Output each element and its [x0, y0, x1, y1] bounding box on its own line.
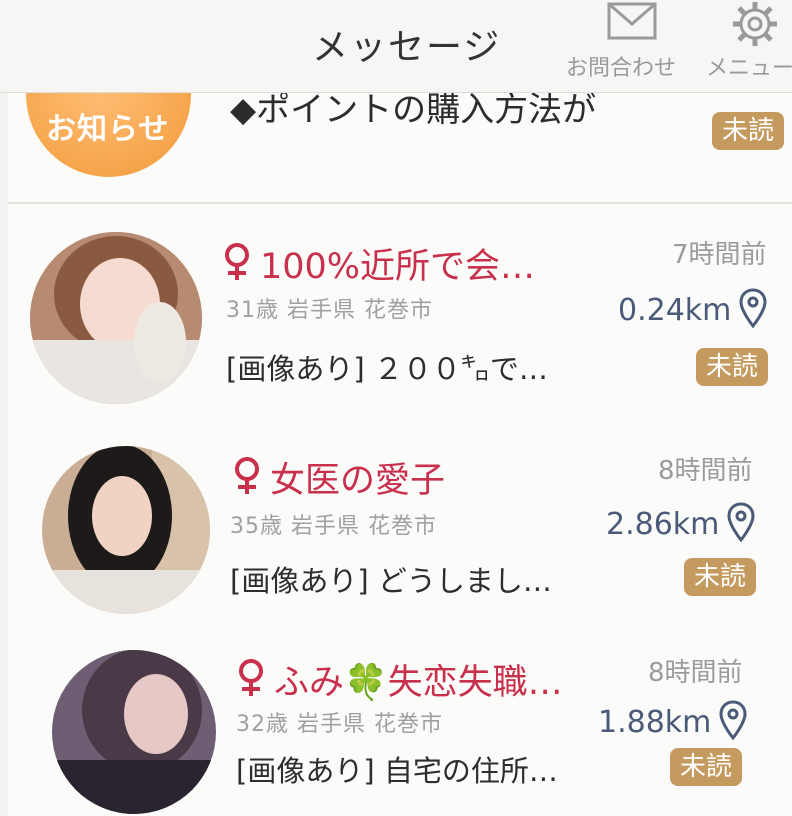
notice-row[interactable]: お知らせ ◆ポイントの購入方法が 未読	[8, 12, 792, 204]
sender-name: ふみ🍀失恋失職…	[234, 654, 563, 705]
avatar	[52, 650, 216, 814]
unread-badge: 未読	[696, 348, 769, 386]
page-title: メッセージ	[312, 27, 502, 68]
unread-badge: 未読	[670, 748, 743, 786]
avatar	[42, 446, 210, 614]
distance-text: 2.86km	[606, 507, 720, 542]
sender-name-text: ふみ🍀失恋失職…	[274, 663, 563, 703]
avatar-photo	[42, 446, 210, 614]
unread-badge: 未読	[712, 112, 785, 150]
contact-button[interactable]: お問合わせ	[566, 0, 698, 81]
sender-name-text: 100%近所で会…	[260, 247, 536, 287]
message-preview: [画像あり] どうしまし…	[230, 564, 552, 598]
message-preview: [画像あり] ２００㌔で…	[226, 352, 548, 386]
distance: 1.88km	[598, 700, 747, 740]
profile-meta: 31歳 岩手県 花巻市	[226, 298, 433, 323]
message-row[interactable]: 100%近所で会… 7時間前 31歳 岩手県 花巻市 0.24km [画像あり]…	[8, 204, 792, 426]
profile-meta: 35歳 岩手県 花巻市	[230, 514, 437, 539]
contact-label: お問合わせ	[566, 56, 677, 81]
avatar	[30, 232, 202, 404]
app-header: メッセージ お問合わせ メニュー	[0, 0, 792, 93]
menu-label: メニュー	[706, 56, 792, 81]
time-label: 8時間前	[658, 456, 753, 486]
female-icon	[239, 659, 263, 696]
female-icon	[225, 243, 249, 280]
time-label: 7時間前	[672, 240, 767, 270]
location-pin-icon	[727, 502, 755, 542]
screen: お知らせ ◆ポイントの購入方法が 未読 100%近所で会… 7時間前 31歳 岩…	[0, 0, 792, 816]
avatar-photo	[30, 232, 202, 404]
female-icon	[235, 457, 259, 494]
distance-text: 0.24km	[618, 293, 732, 328]
distance: 0.24km	[618, 288, 767, 328]
message-row[interactable]: 女医の愛子 8時間前 35歳 岩手県 花巻市 2.86km [画像あり] どうし…	[8, 424, 792, 632]
message-row[interactable]: ふみ🍀失恋失職… 8時間前 32歳 岩手県 花巻市 1.88km [画像あり] …	[8, 630, 792, 816]
location-pin-icon	[739, 288, 767, 328]
sender-name-text: 女医の愛子	[270, 461, 446, 501]
sender-name: 女医の愛子	[230, 452, 445, 503]
location-pin-icon	[719, 700, 747, 740]
distance-text: 1.88km	[598, 705, 712, 740]
notice-label: お知らせ	[46, 112, 170, 147]
sender-name: 100%近所で会…	[220, 238, 535, 289]
time-label: 8時間前	[648, 658, 743, 688]
distance: 2.86km	[606, 502, 755, 542]
mail-icon	[607, 2, 657, 40]
menu-button[interactable]: メニュー	[706, 0, 792, 81]
message-preview: [画像あり] 自宅の住所…	[236, 754, 558, 788]
avatar-photo	[52, 650, 216, 814]
unread-badge: 未読	[684, 558, 757, 596]
gear-icon	[733, 2, 777, 46]
profile-meta: 32歳 岩手県 花巻市	[236, 712, 443, 737]
